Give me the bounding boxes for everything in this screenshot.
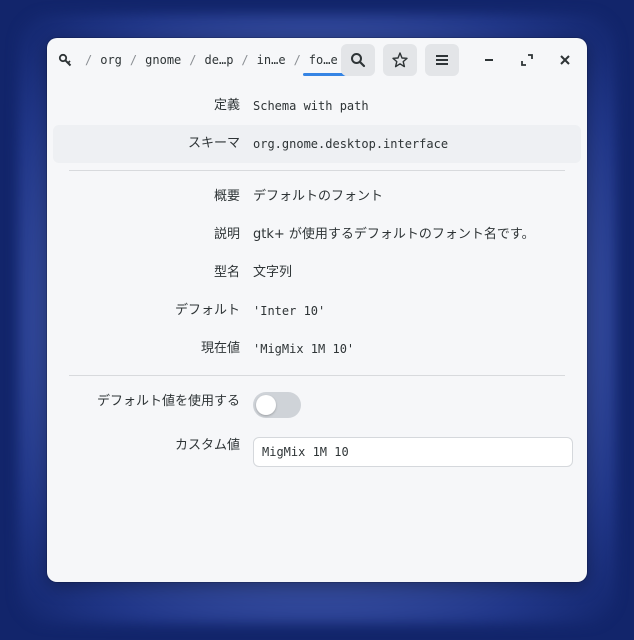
row-type: 型名 文字列 <box>47 254 587 292</box>
hamburger-menu-icon <box>436 55 448 65</box>
dconf-root-icon[interactable] <box>57 52 73 68</box>
row-definition: 定義 Schema with path <box>47 87 587 125</box>
breadcrumb-separator: / <box>189 53 197 67</box>
main-menu-button[interactable] <box>425 44 459 76</box>
breadcrumb-interface[interactable]: in…e <box>255 53 288 67</box>
summary-value: デフォルトのフォント <box>253 189 384 204</box>
maximize-icon <box>521 54 533 66</box>
breadcrumb-desktop[interactable]: de…p <box>203 53 236 67</box>
breadcrumb-org[interactable]: org <box>98 53 124 67</box>
default-value: 'Inter 10' <box>253 304 326 318</box>
custom-value-label: カスタム値 <box>174 438 240 453</box>
row-summary: 概要 デフォルトのフォント <box>47 178 587 216</box>
definition-label: 定義 <box>213 98 240 113</box>
minimize-button[interactable] <box>476 47 502 73</box>
breadcrumb-gnome[interactable]: gnome <box>143 53 183 67</box>
summary-label: 概要 <box>213 189 240 204</box>
default-label: デフォルト <box>174 303 240 318</box>
use-default-label: デフォルト値を使用する <box>96 394 240 409</box>
star-icon <box>392 52 408 68</box>
breadcrumb-font-name[interactable]: fo…e <box>302 53 346 76</box>
breadcrumb: / org / gnome / de…p / in…e / fo…e <box>57 44 346 76</box>
search-button[interactable] <box>341 44 375 76</box>
divider <box>69 170 565 171</box>
divider <box>69 375 565 376</box>
bookmark-button[interactable] <box>383 44 417 76</box>
minimize-icon <box>485 59 493 61</box>
description-label: 説明 <box>213 227 240 242</box>
close-button[interactable] <box>552 47 578 73</box>
definition-value: Schema with path <box>253 99 369 113</box>
schema-value: org.gnome.desktop.interface <box>253 137 449 151</box>
dconf-editor-window: / org / gnome / de…p / in…e / fo…e 定義 Sc… <box>47 38 587 582</box>
close-icon <box>560 55 570 65</box>
description-value: gtk+ が使用するデフォルトのフォント名です。 <box>253 227 535 242</box>
row-schema: スキーマ org.gnome.desktop.interface <box>53 125 581 163</box>
breadcrumb-separator: / <box>129 53 138 67</box>
search-icon <box>351 53 366 68</box>
type-value: 文字列 <box>253 265 293 280</box>
headerbar: / org / gnome / de…p / in…e / fo…e <box>47 38 587 82</box>
current-label: 現在値 <box>200 341 240 356</box>
row-current: 現在値 'MigMix 1M 10' <box>47 330 587 368</box>
custom-value-field[interactable]: MigMix 1M 10 <box>253 437 573 467</box>
maximize-button[interactable] <box>514 47 540 73</box>
row-default: デフォルト 'Inter 10' <box>47 292 587 330</box>
row-description: 説明 gtk+ が使用するデフォルトのフォント名です。 <box>47 216 587 254</box>
use-default-switch[interactable] <box>253 392 301 418</box>
switch-knob <box>256 395 276 415</box>
schema-label: スキーマ <box>187 136 240 151</box>
type-label: 型名 <box>213 265 240 280</box>
breadcrumb-separator: / <box>85 53 93 67</box>
breadcrumb-separator: / <box>293 53 301 67</box>
breadcrumb-separator: / <box>241 53 249 67</box>
row-use-default: デフォルト値を使用する <box>47 383 587 421</box>
current-value: 'MigMix 1M 10' <box>253 342 355 356</box>
